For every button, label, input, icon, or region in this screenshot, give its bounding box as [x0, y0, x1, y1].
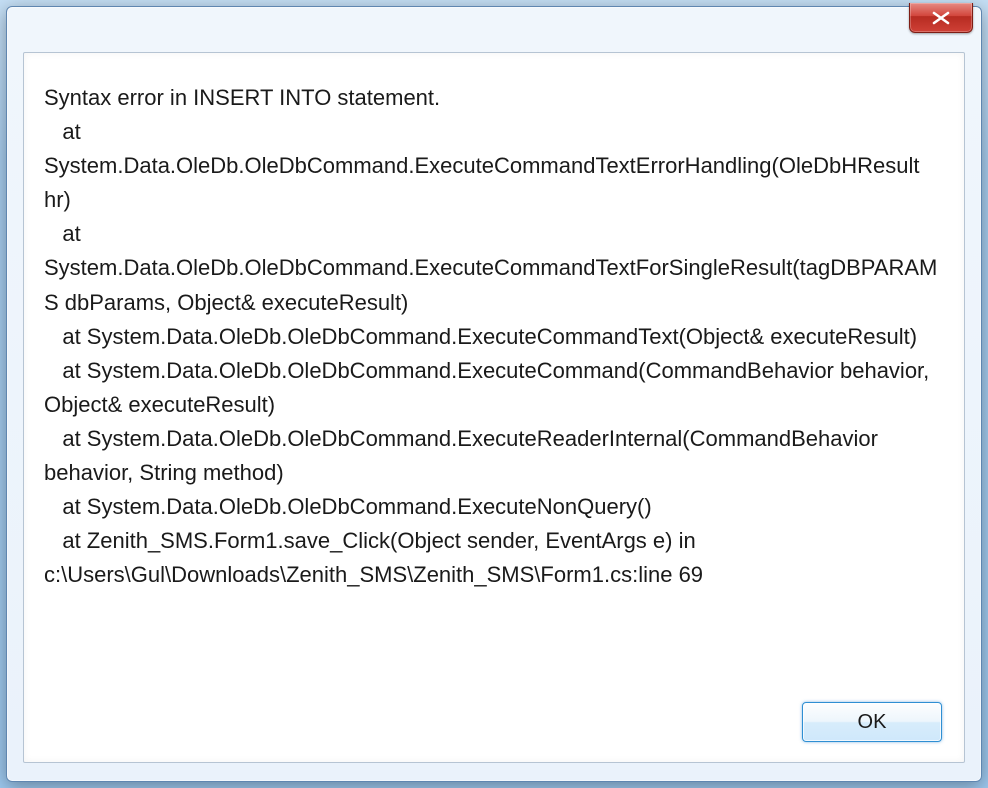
error-message: Syntax error in INSERT INTO statement. a…	[44, 81, 944, 592]
message-dialog: Syntax error in INSERT INTO statement. a…	[6, 6, 982, 782]
close-icon	[931, 11, 951, 25]
titlebar	[7, 7, 981, 47]
client-area: Syntax error in INSERT INTO statement. a…	[23, 52, 965, 763]
button-row: OK	[802, 702, 942, 742]
ok-button[interactable]: OK	[802, 702, 942, 742]
close-button[interactable]	[909, 3, 973, 33]
